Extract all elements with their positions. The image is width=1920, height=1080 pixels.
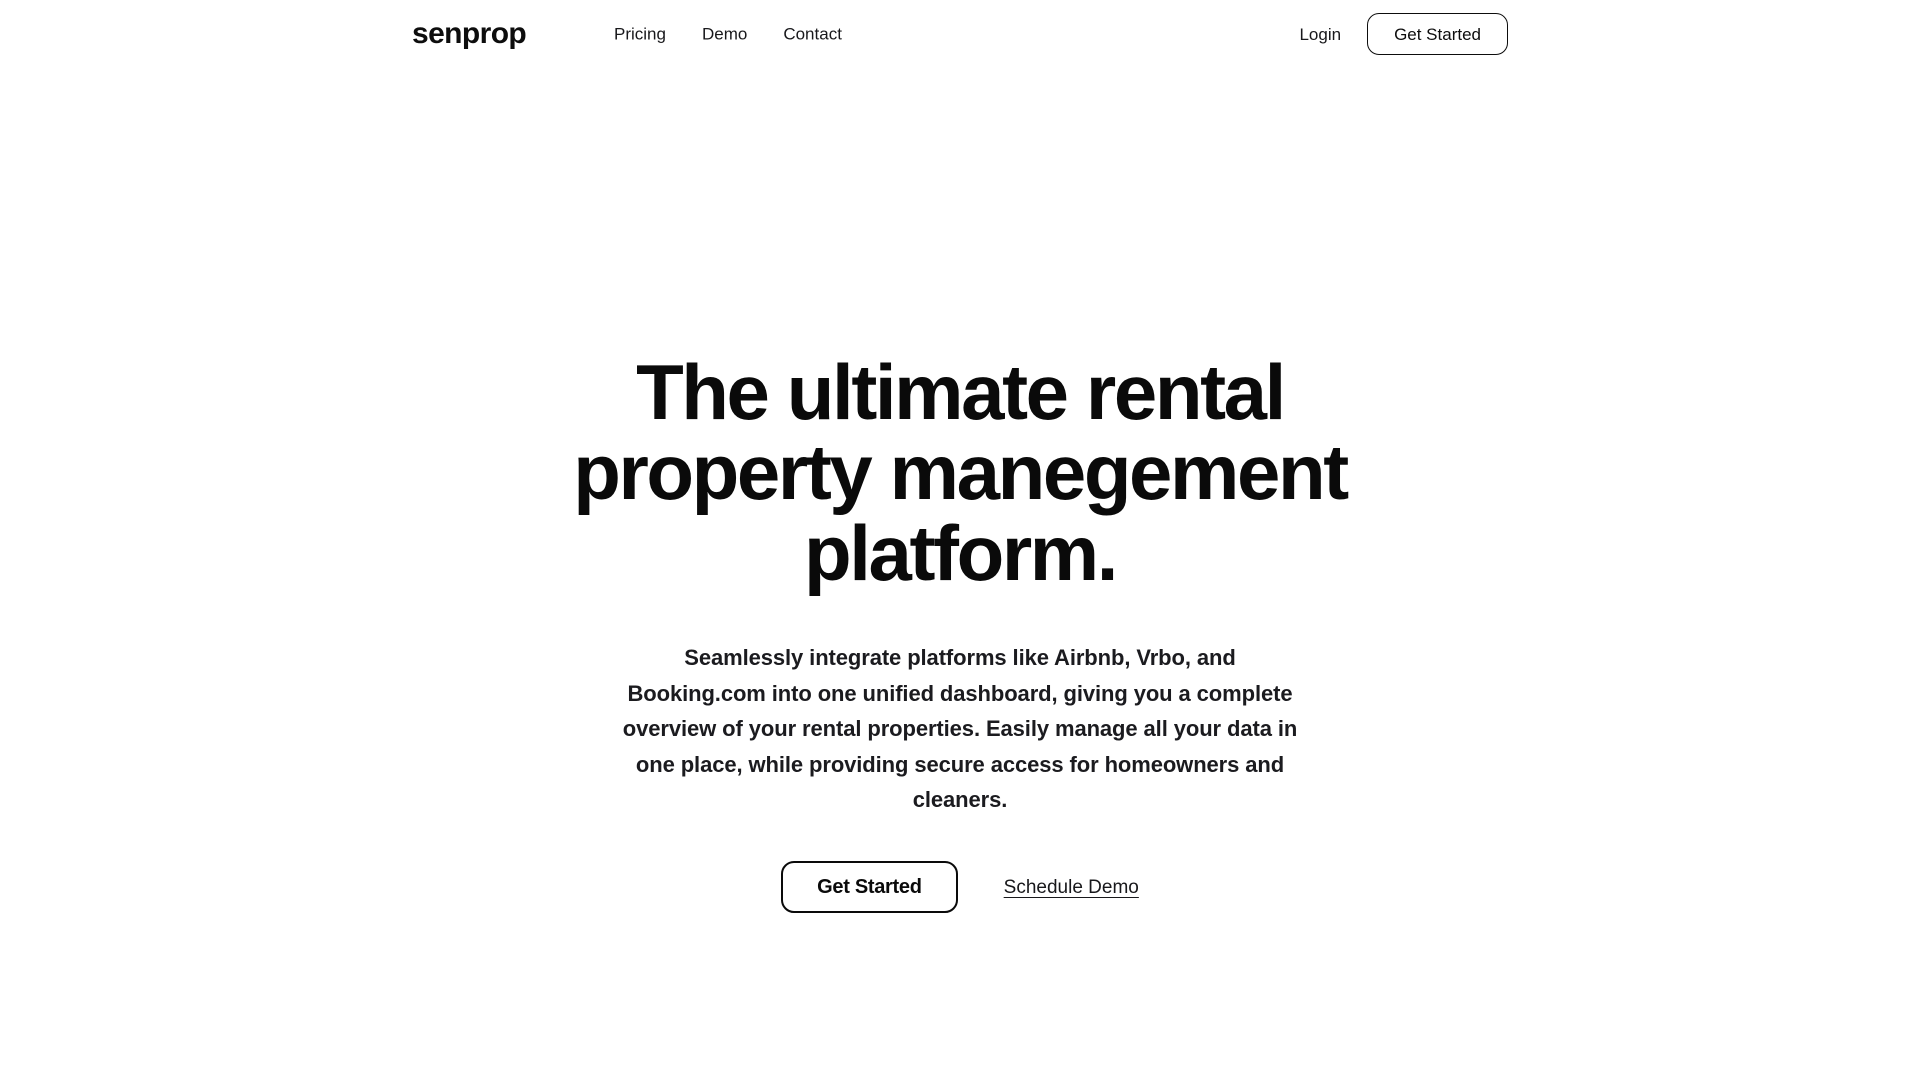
primary-nav: Pricing Demo Contact xyxy=(614,26,842,43)
brand-logo[interactable]: senprop xyxy=(412,19,527,49)
header-actions: Login Get Started xyxy=(1299,13,1508,55)
header-get-started-button[interactable]: Get Started xyxy=(1367,13,1508,55)
hero-actions: Get Started Schedule Demo xyxy=(781,861,1139,914)
login-link[interactable]: Login xyxy=(1299,26,1341,43)
nav-link-contact[interactable]: Contact xyxy=(783,26,842,43)
hero-title: The ultimate rental property manegement … xyxy=(573,348,1349,597)
hero-get-started-button[interactable]: Get Started xyxy=(781,861,958,914)
site-header: senprop Pricing Demo Contact Login Get S… xyxy=(0,0,1920,68)
nav-link-demo[interactable]: Demo xyxy=(702,26,747,43)
hero-subtitle: Seamlessly integrate platforms like Airb… xyxy=(622,644,1298,813)
hero-section: The ultimate rental property manegement … xyxy=(0,68,1920,1080)
nav-link-pricing[interactable]: Pricing xyxy=(614,26,666,43)
schedule-demo-link[interactable]: Schedule Demo xyxy=(1004,878,1139,897)
